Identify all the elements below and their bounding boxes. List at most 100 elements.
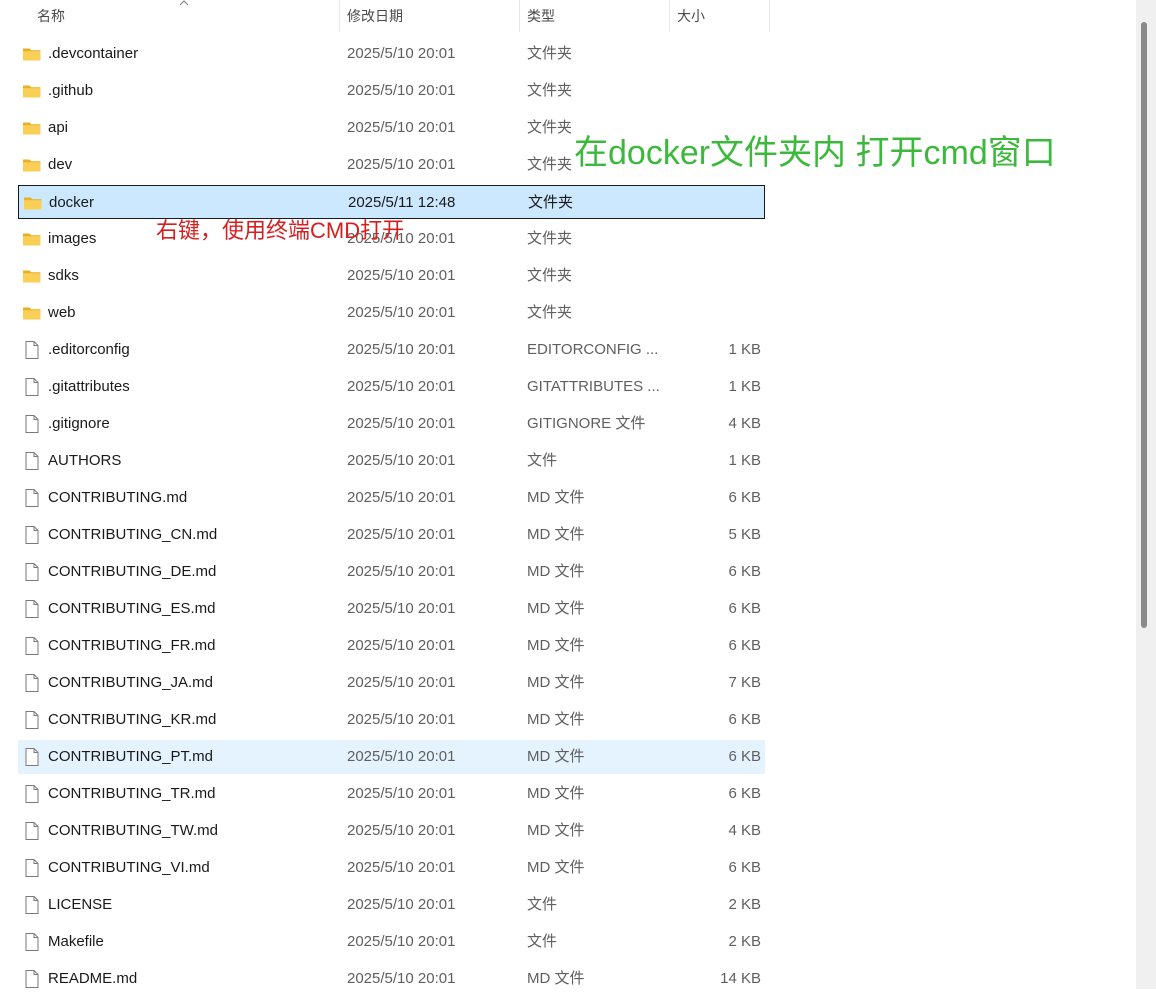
folder-icon: [22, 303, 42, 323]
file-size: 1 KB: [728, 452, 761, 469]
file-icon: [22, 525, 42, 545]
vertical-scrollbar[interactable]: [1136, 0, 1156, 989]
file-size: 6 KB: [728, 637, 761, 654]
file-name: CONTRIBUTING_PT.md: [48, 748, 214, 765]
annotation-green-text: 在docker文件夹内 打开cmd窗口: [574, 134, 1056, 172]
file-type: 文件: [527, 896, 558, 913]
file-type: 文件夹: [527, 267, 573, 284]
file-row[interactable]: LICENSE 2025/5/10 20:01 文件 2 KB: [18, 888, 765, 922]
file-size: 4 KB: [728, 415, 761, 432]
file-type: 文件夹: [527, 304, 573, 321]
file-type: 文件: [527, 452, 558, 469]
file-icon: [22, 784, 42, 804]
file-row[interactable]: CONTRIBUTING_ES.md 2025/5/10 20:01 MD 文件 6 …: [18, 592, 765, 626]
file-name: .github: [48, 82, 94, 99]
file-date: 2025/5/10 20:01: [347, 341, 456, 358]
file-name: LICENSE: [48, 896, 113, 913]
column-header-type-label: 类型: [527, 8, 555, 24]
file-row[interactable]: sdks 2025/5/10 20:01 文件夹: [18, 259, 765, 293]
file-name: CONTRIBUTING_KR.md: [48, 711, 217, 728]
file-date: 2025/5/10 20:01: [347, 378, 456, 395]
folder-icon: [23, 193, 43, 213]
file-size: 6 KB: [728, 563, 761, 580]
folder-icon: [22, 81, 42, 101]
file-date: 2025/5/10 20:01: [347, 526, 456, 543]
file-icon: [22, 562, 42, 582]
file-row[interactable]: .gitignore 2025/5/10 20:01 GITIGNORE 文件 4 K…: [18, 407, 765, 441]
file-type: MD 文件: [527, 748, 585, 765]
file-size: 6 KB: [728, 489, 761, 506]
file-name: images: [48, 230, 97, 247]
file-date: 2025/5/10 20:01: [347, 415, 456, 432]
file-size: 5 KB: [728, 526, 761, 543]
file-row[interactable]: CONTRIBUTING_JA.md 2025/5/10 20:01 MD 文件 7 …: [18, 666, 765, 700]
file-row[interactable]: .github 2025/5/10 20:01 文件夹: [18, 74, 765, 108]
file-name: CONTRIBUTING_CN.md: [48, 526, 218, 543]
file-type: MD 文件: [527, 637, 585, 654]
file-row[interactable]: CONTRIBUTING_TW.md 2025/5/10 20:01 MD 文件 4 …: [18, 814, 765, 848]
file-date: 2025/5/10 20:01: [347, 859, 456, 876]
file-row[interactable]: CONTRIBUTING_PT.md 2025/5/10 20:01 MD 文件 6 …: [18, 740, 765, 774]
file-type: MD 文件: [527, 526, 585, 543]
file-name: README.md: [48, 970, 138, 987]
file-name: CONTRIBUTING_VI.md: [48, 859, 210, 876]
file-type: EDITORCONFIG ...: [527, 341, 659, 358]
file-row[interactable]: CONTRIBUTING.md 2025/5/10 20:01 MD 文件 6 KB: [18, 481, 765, 515]
column-header-type[interactable]: 类型: [520, 0, 670, 32]
file-size: 4 KB: [728, 822, 761, 839]
file-row[interactable]: CONTRIBUTING_TR.md 2025/5/10 20:01 MD 文件 6 …: [18, 777, 765, 811]
file-row[interactable]: Makefile 2025/5/10 20:01 文件 2 KB: [18, 925, 765, 959]
file-size: 1 KB: [728, 341, 761, 358]
file-icon: [22, 710, 42, 730]
folder-icon: [22, 229, 42, 249]
file-icon: [22, 969, 42, 989]
file-row[interactable]: CONTRIBUTING_KR.md 2025/5/10 20:01 MD 文件 6 …: [18, 703, 765, 737]
file-type: 文件夹: [527, 82, 573, 99]
file-row[interactable]: .gitattributes 2025/5/10 20:01 GITATTRIBUT…: [18, 370, 765, 404]
file-type: MD 文件: [527, 600, 585, 617]
file-type: MD 文件: [527, 563, 585, 580]
file-row[interactable]: .devcontainer 2025/5/10 20:01 文件夹: [18, 37, 765, 71]
file-date: 2025/5/10 20:01: [347, 748, 456, 765]
scrollbar-thumb[interactable]: [1141, 22, 1147, 628]
file-date: 2025/5/10 20:01: [347, 45, 456, 62]
file-icon: [22, 858, 42, 878]
file-type: 文件夹: [527, 230, 573, 247]
file-size: 14 KB: [720, 970, 761, 987]
file-date: 2025/5/10 20:01: [347, 674, 456, 691]
file-icon: [22, 488, 42, 508]
column-header-name[interactable]: 名称: [0, 0, 340, 32]
file-name: .devcontainer: [48, 45, 139, 62]
column-header-size-label: 大小: [677, 8, 705, 24]
file-row[interactable]: CONTRIBUTING_CN.md 2025/5/10 20:01 MD 文件 5 …: [18, 518, 765, 552]
file-row[interactable]: README.md 2025/5/10 20:01 MD 文件 14 KB: [18, 962, 765, 996]
file-row[interactable]: CONTRIBUTING_FR.md 2025/5/10 20:01 MD 文件 6 …: [18, 629, 765, 663]
file-name: .gitattributes: [48, 378, 130, 395]
column-header-name-label: 名称: [37, 8, 65, 24]
file-row[interactable]: CONTRIBUTING_DE.md 2025/5/10 20:01 MD 文件 6 …: [18, 555, 765, 589]
file-row[interactable]: .editorconfig 2025/5/10 20:01 EDITORCONFIG…: [18, 333, 765, 367]
file-name: api: [48, 119, 69, 136]
file-date: 2025/5/10 20:01: [347, 933, 456, 950]
file-icon: [22, 821, 42, 841]
column-header-date[interactable]: 修改日期: [340, 0, 520, 32]
file-name: .editorconfig: [48, 341, 130, 358]
file-size: 6 KB: [728, 600, 761, 617]
file-size: 1 KB: [728, 378, 761, 395]
file-row[interactable]: web 2025/5/10 20:01 文件夹: [18, 296, 765, 330]
file-row[interactable]: CONTRIBUTING_VI.md 2025/5/10 20:01 MD 文件 6 …: [18, 851, 765, 885]
file-name: sdks: [48, 267, 79, 284]
file-row[interactable]: AUTHORS 2025/5/10 20:01 文件 1 KB: [18, 444, 765, 478]
file-size: 7 KB: [728, 674, 761, 691]
file-icon: [22, 895, 42, 915]
file-name: dev: [48, 156, 73, 173]
file-name: CONTRIBUTING_DE.md: [48, 563, 217, 580]
file-date: 2025/5/10 20:01: [347, 896, 456, 913]
file-size: 2 KB: [728, 896, 761, 913]
file-name: Makefile: [48, 933, 104, 950]
column-header-size[interactable]: 大小: [670, 0, 770, 32]
file-type: MD 文件: [527, 674, 585, 691]
file-name: docker: [49, 194, 95, 211]
file-date: 2025/5/10 20:01: [347, 637, 456, 654]
file-type: 文件夹: [527, 156, 573, 173]
